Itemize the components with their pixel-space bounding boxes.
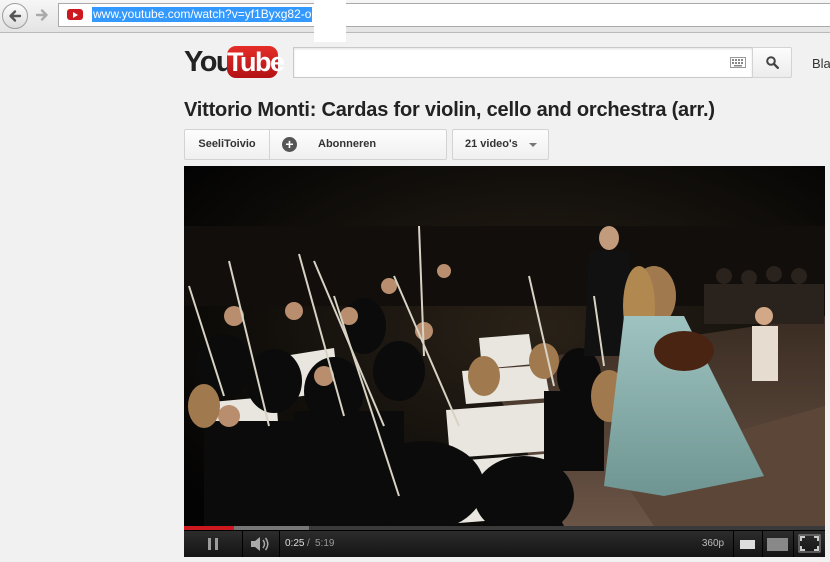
address-bar-url[interactable]: www.youtube.com/watch?v=yf1Byxg82-o	[92, 7, 313, 22]
large-player-button[interactable]	[763, 531, 794, 557]
back-button[interactable]	[2, 3, 28, 29]
search-input[interactable]	[293, 47, 753, 78]
forward-button[interactable]	[30, 3, 54, 27]
subscribe-button[interactable]: + Abonneren	[270, 130, 446, 159]
search-icon	[765, 56, 779, 69]
video-player[interactable]	[184, 166, 825, 526]
total-time: 5:19	[315, 538, 335, 549]
speaker-icon	[251, 537, 269, 551]
address-bar[interactable]: www.youtube.com/watch?v=yf1Byxg82-o	[58, 3, 830, 27]
youtube-favicon-icon	[67, 9, 83, 20]
keyboard-icon[interactable]	[730, 57, 746, 68]
browser-toolbar: www.youtube.com/watch?v=yf1Byxg82-o	[0, 0, 830, 33]
caret-down-icon	[529, 143, 537, 147]
channel-bar: SeeliToivio + Abonneren	[184, 129, 447, 160]
logo-tube-badge: Tube	[227, 46, 285, 78]
channel-videos-dropdown[interactable]: 21 video's	[452, 129, 549, 160]
volume-button[interactable]	[243, 531, 280, 557]
player-controls: 0:25 / 5:19 360p	[184, 530, 825, 557]
pause-icon	[208, 538, 211, 550]
search-button[interactable]	[752, 47, 792, 78]
logo-tube-text: Tube	[227, 47, 285, 77]
current-time: 0:25	[285, 538, 305, 549]
small-player-icon	[740, 540, 755, 549]
logo-you-text: You	[184, 46, 234, 78]
forward-arrow-icon	[35, 9, 48, 21]
quality-button[interactable]: 360p	[693, 531, 734, 557]
back-arrow-icon	[9, 10, 22, 22]
pause-button[interactable]	[184, 531, 243, 557]
video-frame[interactable]	[184, 166, 825, 526]
channel-name-link[interactable]: SeeliToivio	[185, 130, 270, 159]
address-bar-popup	[314, 0, 346, 42]
pause-icon-bar	[215, 538, 218, 550]
browse-channels-link[interactable]: Bla	[812, 56, 830, 71]
video-title: Vittorio Monti: Cardas for violin, cello…	[184, 99, 715, 121]
youtube-logo[interactable]: You Tube	[184, 44, 285, 80]
channel-videos-label: 21 video's	[465, 138, 518, 150]
fullscreen-icon	[798, 534, 821, 553]
plus-icon: +	[282, 137, 297, 152]
fullscreen-button[interactable]	[794, 531, 825, 557]
subscribe-label: Abonneren	[318, 138, 377, 150]
time-separator: /	[307, 538, 310, 549]
large-player-icon	[767, 538, 788, 551]
small-player-button[interactable]	[734, 531, 763, 557]
